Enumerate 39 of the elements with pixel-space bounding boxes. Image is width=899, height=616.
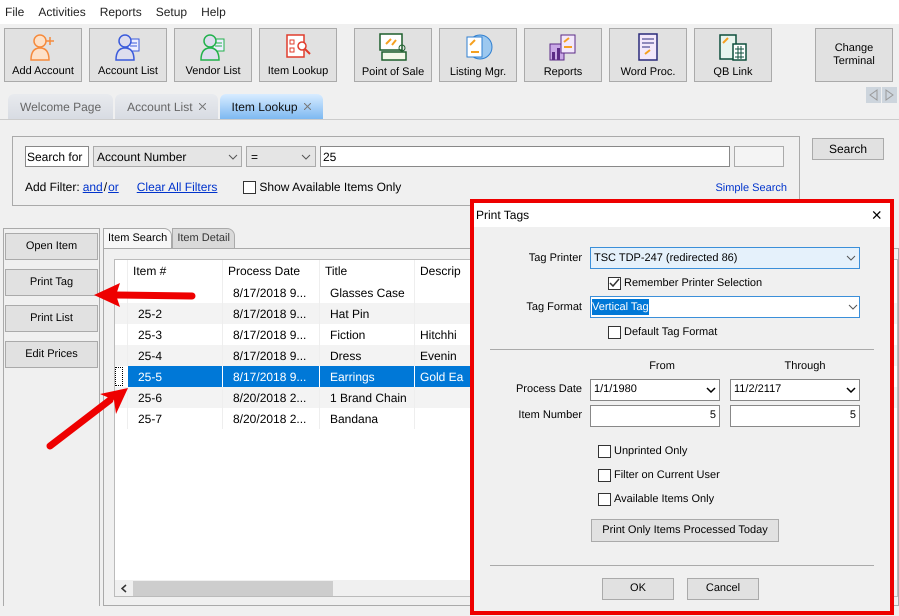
checkbox-label: Available Items Only <box>614 492 714 508</box>
table-cell-text: 25-3 <box>138 326 162 344</box>
table-cell-text: Bandana <box>330 410 378 428</box>
table-cell-text: Earrings <box>330 368 375 386</box>
table-cell-text: 1 Brand Chain <box>330 390 407 406</box>
table-cell-text: 25-7 <box>138 410 162 428</box>
table-cell-text: Gold Ea <box>420 368 464 386</box>
table-cell-text: Dress <box>330 348 362 364</box>
checkbox-label: Show Available Items Only <box>259 179 402 196</box>
table-cell-text: 25-4 <box>138 348 162 364</box>
table-cell-text: 25-2 <box>138 306 162 322</box>
column-label: Through <box>784 359 827 374</box>
separator: / <box>104 179 108 196</box>
field-label: Process Date <box>514 382 583 398</box>
add-filter-label: Add Filter: <box>25 179 80 196</box>
checkbox-label: Unprinted Only <box>614 444 688 460</box>
column-label: From <box>648 359 676 374</box>
table-cell-text: 8/17/2018 9... <box>233 368 306 386</box>
table-cell-text: 8/17/2018 9... <box>233 348 306 364</box>
table-cell-text: 25-5 <box>138 368 162 386</box>
field-label: Tag Printer <box>528 250 583 266</box>
checkbox-label: Default Tag Format <box>624 324 718 340</box>
dialog-title: Print Tags <box>476 207 530 224</box>
table-cell-text: Hitchhi <box>420 326 457 344</box>
table-cell-text: Evenin <box>420 348 457 364</box>
table-cell-text: 8/17/2018 9... <box>233 306 306 322</box>
table-cell-text: Fiction <box>330 326 366 344</box>
table-cell-text: 25-6 <box>138 390 162 406</box>
checkbox-label: Filter on Current User <box>614 468 720 484</box>
field-label: Tag Format <box>525 300 583 315</box>
table-cell-text: Hat Pin <box>330 306 370 322</box>
table-cell-text: 8/20/2018 2... <box>233 390 306 406</box>
field-label: Item Number <box>517 408 583 424</box>
table-cell-text: Glasses Case <box>330 284 405 302</box>
table-cell-text: 8/20/2018 2... <box>233 410 306 428</box>
checkbox-label: Remember Printer Selection <box>624 276 762 291</box>
table-cell-text: 8/17/2018 9... <box>233 284 306 302</box>
table-cell-text: 8/17/2018 9... <box>233 326 306 344</box>
search-for-label: Search for <box>25 146 89 167</box>
